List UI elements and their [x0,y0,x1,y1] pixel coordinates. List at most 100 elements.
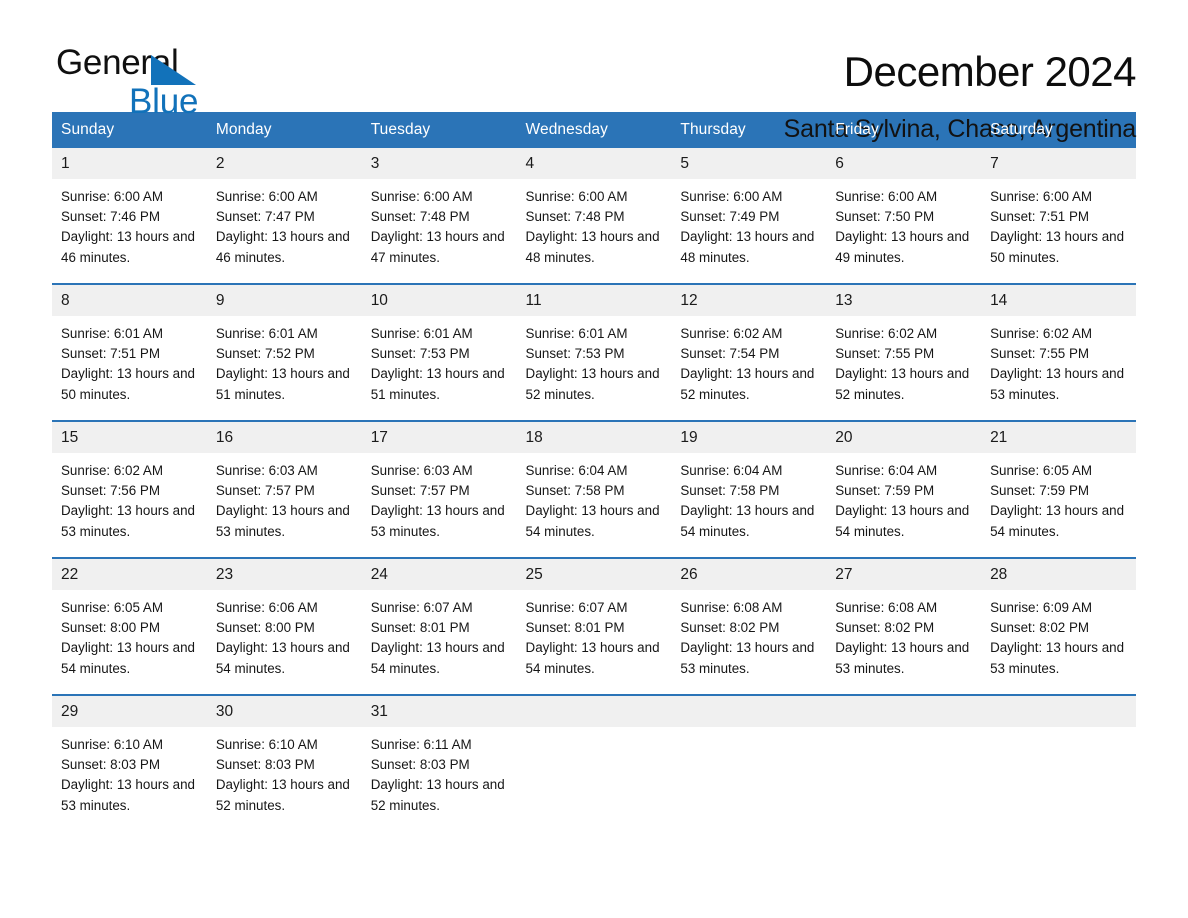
calendar-day-cell[interactable]: 1 Sunrise: 6:00 AM Sunset: 7:46 PM Daylight… [52,148,207,284]
day-details: Sunrise: 6:09 AM Sunset: 8:02 PM Daylight:… [981,590,1136,694]
day-details [671,727,826,831]
sunrise-text: Sunrise: 6:10 AM [61,737,163,752]
calendar-day-cell[interactable]: 13 Sunrise: 6:02 AM Sunset: 7:55 PM Dayligh… [826,283,982,421]
sunrise-text: Sunrise: 6:00 AM [525,189,628,204]
day-details: Sunrise: 6:08 AM Sunset: 8:02 PM Daylight:… [826,590,981,694]
calendar-day-cell[interactable]: 5 Sunrise: 6:00 AM Sunset: 7:49 PM Daylight… [671,148,827,284]
logo-text-blue: Blue [129,82,199,121]
sunset-text: Sunset: 7:56 PM [61,483,160,499]
calendar-day-cell[interactable]: 27 Sunrise: 6:08 AM Sunset: 8:02 PM Dayligh… [826,557,982,695]
calendar-day-cell[interactable]: 9 Sunrise: 6:01 AM Sunset: 7:52 PM Daylight… [206,283,362,421]
day-details: Sunrise: 6:02 AM Sunset: 7:56 PM Daylight:… [52,453,207,557]
daylight-text: Daylight: 13 hours and 49 minutes. [835,229,970,265]
calendar-day-cell[interactable]: 20 Sunrise: 6:04 AM Sunset: 7:59 PM Dayligh… [826,420,982,558]
sunset-text: Sunset: 7:59 PM [835,483,935,499]
day-number: 12 [671,285,827,316]
general-blue-logo[interactable]: General Blue [56,44,246,120]
calendar-day-cell[interactable]: 4 Sunrise: 6:00 AM Sunset: 7:48 PM Daylight… [516,148,672,284]
day-number: 28 [981,559,1136,590]
sunset-text: Sunset: 8:00 PM [61,620,160,636]
day-details: Sunrise: 6:00 AM Sunset: 7:46 PM Daylight:… [52,179,207,283]
sunset-text: Sunset: 8:01 PM [525,620,625,636]
day-number [671,696,827,727]
day-details: Sunrise: 6:03 AM Sunset: 7:57 PM Daylight:… [207,453,362,557]
day-number: 19 [671,422,827,453]
sunset-text: Sunset: 7:53 PM [525,346,625,362]
sunrise-text: Sunrise: 6:07 AM [370,600,473,615]
day-number: 25 [516,559,672,590]
sunset-text: Sunset: 7:48 PM [525,209,625,225]
sunset-text: Sunset: 8:00 PM [215,620,315,636]
sunrise-text: Sunrise: 6:04 AM [680,463,783,478]
sunrise-text: Sunrise: 6:02 AM [990,326,1093,341]
sunset-text: Sunset: 7:47 PM [215,209,315,225]
day-number: 16 [206,422,362,453]
day-details: Sunrise: 6:10 AM Sunset: 8:03 PM Daylight:… [207,727,362,831]
calendar-day-cell[interactable]: 22 Sunrise: 6:05 AM Sunset: 8:00 PM Dayligh… [52,557,207,695]
calendar-day-cell[interactable]: 30 Sunrise: 6:10 AM Sunset: 8:03 PM Dayligh… [206,694,362,831]
sunset-text: Sunset: 7:58 PM [680,483,780,499]
day-number: 15 [52,422,207,453]
day-details: Sunrise: 6:04 AM Sunset: 7:58 PM Daylight:… [517,453,672,557]
calendar-day-cell[interactable]: 26 Sunrise: 6:08 AM Sunset: 8:02 PM Dayligh… [671,557,827,695]
calendar-day-cell[interactable]: 10 Sunrise: 6:01 AM Sunset: 7:53 PM Dayligh… [361,283,517,421]
calendar-week-row: 1 Sunrise: 6:00 AM Sunset: 7:46 PM Daylight… [52,148,1136,284]
calendar-day-cell[interactable]: 2 Sunrise: 6:00 AM Sunset: 7:47 PM Daylight… [206,148,362,284]
calendar-day-cell[interactable]: 16 Sunrise: 6:03 AM Sunset: 7:57 PM Dayligh… [206,420,362,558]
calendar-day-cell[interactable]: 25 Sunrise: 6:07 AM Sunset: 8:01 PM Dayligh… [516,557,672,695]
daylight-text: Daylight: 13 hours and 53 minutes. [990,366,1125,402]
calendar-day-cell[interactable]: 12 Sunrise: 6:02 AM Sunset: 7:54 PM Dayligh… [671,283,827,421]
daylight-text: Daylight: 13 hours and 54 minutes. [61,640,195,676]
day-details: Sunrise: 6:01 AM Sunset: 7:53 PM Daylight:… [517,316,672,420]
calendar-day-cell[interactable]: 14 Sunrise: 6:02 AM Sunset: 7:55 PM Dayligh… [981,283,1136,421]
day-details: Sunrise: 6:01 AM Sunset: 7:51 PM Daylight:… [52,316,207,420]
day-number: 30 [206,696,362,727]
calendar-day-cell[interactable]: 29 Sunrise: 6:10 AM Sunset: 8:03 PM Dayligh… [52,694,207,831]
calendar-day-cell[interactable]: 11 Sunrise: 6:01 AM Sunset: 7:53 PM Dayligh… [516,283,672,421]
sunrise-sunset-calendar: Sunday Monday Tuesday Wednesday Thursday Frid… [52,112,1136,831]
calendar-day-cell[interactable]: 17 Sunrise: 6:03 AM Sunset: 7:57 PM Dayligh… [361,420,517,558]
calendar-day-cell[interactable]: 3 Sunrise: 6:00 AM Sunset: 7:48 PM Daylight… [361,148,517,284]
calendar-day-cell[interactable]: 15 Sunrise: 6:02 AM Sunset: 7:56 PM Dayligh… [52,420,207,558]
calendar-day-cell[interactable]: 21 Sunrise: 6:05 AM Sunset: 7:59 PM Dayligh… [981,420,1136,558]
sunset-text: Sunset: 7:57 PM [370,483,470,499]
sunset-text: Sunset: 8:03 PM [61,757,160,773]
calendar-day-cell[interactable]: 19 Sunrise: 6:04 AM Sunset: 7:58 PM Dayligh… [671,420,827,558]
sunrise-text: Sunrise: 6:08 AM [835,600,938,615]
daylight-text: Daylight: 13 hours and 46 minutes. [61,229,195,265]
daylight-text: Daylight: 13 hours and 54 minutes. [680,503,815,539]
calendar-day-cell[interactable]: 6 Sunrise: 6:00 AM Sunset: 7:50 PM Daylight… [826,148,982,284]
sunset-text: Sunset: 7:51 PM [990,209,1090,225]
day-number: 17 [361,422,517,453]
day-number: 26 [671,559,827,590]
day-details: Sunrise: 6:02 AM Sunset: 7:54 PM Daylight:… [671,316,826,420]
day-details: Sunrise: 6:01 AM Sunset: 7:53 PM Daylight:… [362,316,517,420]
calendar-week-row: 22 Sunrise: 6:05 AM Sunset: 8:00 PM Dayligh… [52,557,1136,695]
sunrise-text: Sunrise: 6:08 AM [680,600,783,615]
calendar-day-cell[interactable]: 28 Sunrise: 6:09 AM Sunset: 8:02 PM Dayligh… [981,557,1136,695]
day-details: Sunrise: 6:03 AM Sunset: 7:57 PM Daylight:… [362,453,517,557]
sunset-text: Sunset: 8:01 PM [370,620,470,636]
sunrise-text: Sunrise: 6:01 AM [370,326,473,341]
calendar-day-cell[interactable]: 31 Sunrise: 6:11 AM Sunset: 8:03 PM Dayligh… [361,694,517,831]
calendar-body: 1 Sunrise: 6:00 AM Sunset: 7:46 PM Daylight… [52,148,1136,831]
daylight-text: Daylight: 13 hours and 54 minutes. [525,640,660,676]
daylight-text: Daylight: 13 hours and 53 minutes. [990,640,1125,676]
calendar-day-cell[interactable]: 24 Sunrise: 6:07 AM Sunset: 8:01 PM Dayligh… [361,557,517,695]
sunset-text: Sunset: 8:02 PM [680,620,780,636]
day-number [981,696,1136,727]
calendar-day-cell-empty [981,694,1136,831]
sunrise-text: Sunrise: 6:06 AM [215,600,318,615]
daylight-text: Daylight: 13 hours and 53 minutes. [215,503,350,539]
calendar-day-cell[interactable]: 7 Sunrise: 6:00 AM Sunset: 7:51 PM Daylight… [981,148,1136,284]
sunset-text: Sunset: 7:57 PM [215,483,315,499]
day-details: Sunrise: 6:04 AM Sunset: 7:58 PM Daylight:… [671,453,826,557]
calendar-day-cell[interactable]: 18 Sunrise: 6:04 AM Sunset: 7:58 PM Dayligh… [516,420,672,558]
calendar-week-row: 15 Sunrise: 6:02 AM Sunset: 7:56 PM Dayligh… [52,420,1136,558]
day-details: Sunrise: 6:02 AM Sunset: 7:55 PM Daylight:… [826,316,981,420]
calendar-day-cell[interactable]: 8 Sunrise: 6:01 AM Sunset: 7:51 PM Daylight… [52,283,207,421]
daylight-text: Daylight: 13 hours and 48 minutes. [525,229,660,265]
calendar-day-cell[interactable]: 23 Sunrise: 6:06 AM Sunset: 8:00 PM Dayligh… [206,557,362,695]
daylight-text: Daylight: 13 hours and 53 minutes. [370,503,505,539]
daylight-text: Daylight: 13 hours and 52 minutes. [370,777,505,813]
